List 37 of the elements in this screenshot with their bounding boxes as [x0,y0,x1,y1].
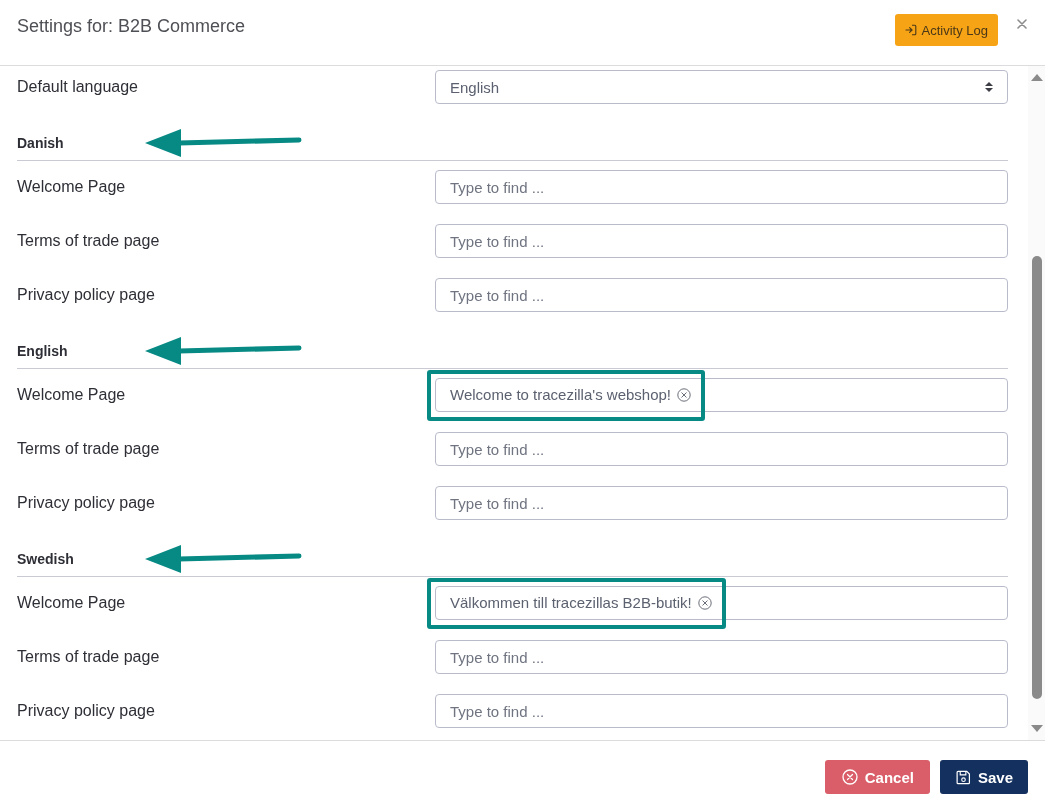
close-icon[interactable] [1017,19,1027,29]
scroll-up-icon[interactable] [1030,74,1043,81]
page-search-field[interactable]: Type to find ... [435,170,1008,204]
section-heading: Danish [17,134,64,153]
scrollbar-thumb[interactable] [1031,256,1042,699]
clear-icon[interactable] [697,596,712,610]
page-search-field[interactable]: Type to find ... [435,224,1008,258]
page-search-field[interactable]: Type to find ... [435,278,1008,312]
dialog-title: Settings for: B2B Commerce [17,15,247,37]
field-label: Welcome Page [17,593,126,613]
field-label: Privacy policy page [17,701,155,721]
field-label: Welcome Page [17,177,126,197]
page-search-field[interactable]: Välkommen till tracezillas B2B-butik! [435,586,1008,620]
page-search-field[interactable]: Welcome to tracezilla's webshop! [435,378,1008,412]
field-label: Default language [17,77,138,97]
field-label: Terms of trade page [17,647,160,667]
page-search-field[interactable]: Type to find ... [435,640,1008,674]
sign-in-icon [904,24,917,36]
cancel-button[interactable]: Cancel [824,760,930,794]
field-label: Terms of trade page [17,439,160,459]
clear-icon[interactable] [677,388,691,402]
scrollbar[interactable] [1028,66,1045,740]
language-select[interactable]: English [435,70,1008,104]
field-label: Privacy policy page [17,493,155,513]
sort-caret-icon [985,81,993,93]
page-search-field[interactable]: Type to find ... [435,694,1008,728]
scroll-down-icon[interactable] [1030,725,1043,732]
section-heading: English [17,342,68,361]
field-label: Terms of trade page [17,231,160,251]
section-heading: Swedish [17,550,74,569]
page-search-field[interactable]: Type to find ... [435,486,1008,520]
page-search-field[interactable]: Type to find ... [435,432,1008,466]
field-label: Welcome Page [17,385,126,405]
activity-log-button[interactable]: Activity Log [894,14,998,46]
circle-x-icon [841,769,858,785]
save-button[interactable]: Save [939,760,1028,794]
field-label: Privacy policy page [17,285,155,305]
